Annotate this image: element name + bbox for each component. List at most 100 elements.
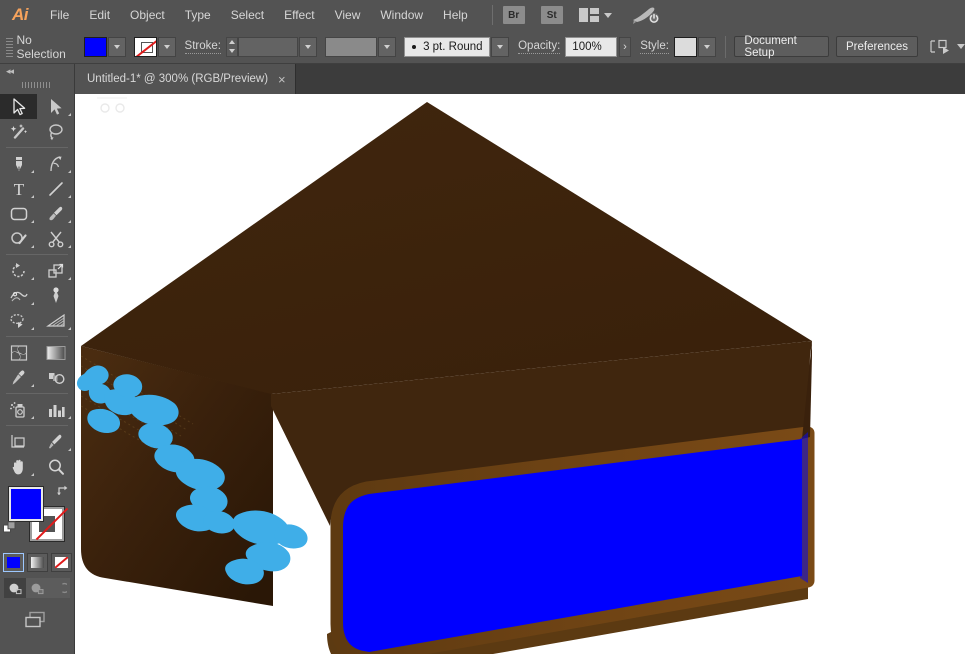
swap-fill-stroke-icon[interactable] xyxy=(56,484,70,498)
menu-object[interactable]: Object xyxy=(120,0,175,30)
curvature-tool[interactable] xyxy=(37,151,74,176)
tool-group-indicator xyxy=(68,220,71,223)
gradient-mode-button[interactable] xyxy=(26,553,48,572)
graphic-style-dropdown[interactable] xyxy=(697,36,716,57)
document-setup-button[interactable]: Document Setup xyxy=(734,35,829,59)
chevron-down-icon xyxy=(163,44,170,49)
chevron-down-icon xyxy=(957,44,965,49)
graphic-style-swatch[interactable] xyxy=(673,36,697,57)
tool-group-indicator xyxy=(31,220,34,223)
menu-effect[interactable]: Effect xyxy=(274,0,324,30)
gradient-tool[interactable] xyxy=(37,340,74,365)
paintbrush-tool[interactable] xyxy=(37,201,74,226)
tools-divider xyxy=(6,254,68,255)
close-icon[interactable]: × xyxy=(278,73,286,86)
stroke-weight-input[interactable] xyxy=(237,36,299,57)
fill-color-indicator[interactable] xyxy=(8,486,44,522)
tool-group-indicator xyxy=(68,113,71,116)
tools-divider xyxy=(6,425,68,426)
control-bar-divider xyxy=(724,35,726,58)
menu-view[interactable]: View xyxy=(325,0,371,30)
symbol-sprayer-tool[interactable] xyxy=(0,397,37,422)
stroke-weight-dropdown[interactable] xyxy=(299,36,317,57)
shaper-tool[interactable] xyxy=(0,226,37,251)
rotate-tool[interactable] xyxy=(0,258,37,283)
scissors-tool[interactable] xyxy=(37,226,74,251)
pen-tool[interactable] xyxy=(0,151,37,176)
illustrator-window: Ai File Edit Object Type Select Effect V… xyxy=(0,0,965,654)
stroke-color-dropdown[interactable] xyxy=(157,36,176,57)
column-graph-tool[interactable] xyxy=(37,397,74,422)
variable-width-profile[interactable] xyxy=(324,36,378,57)
menu-type[interactable]: Type xyxy=(175,0,221,30)
menu-edit[interactable]: Edit xyxy=(79,0,120,30)
drawing-mode-buttons xyxy=(0,578,74,598)
selection-tool[interactable] xyxy=(0,94,37,119)
opacity-input[interactable]: 100% xyxy=(565,36,617,57)
color-mode-button[interactable] xyxy=(2,553,24,572)
blend-tool[interactable] xyxy=(37,365,74,390)
screen-mode-icon xyxy=(25,611,45,628)
rocket-launch-icon[interactable] xyxy=(630,5,660,25)
change-screen-mode-button[interactable] xyxy=(0,610,74,630)
brush-definition-dropdown[interactable] xyxy=(491,36,510,57)
mesh-tool[interactable] xyxy=(0,340,37,365)
brush-definition[interactable]: 3 pt. Round xyxy=(404,36,491,57)
gradient-icon xyxy=(30,557,44,568)
shape-builder-tool[interactable] xyxy=(0,308,37,333)
menu-window[interactable]: Window xyxy=(370,0,433,30)
book-illustration[interactable] xyxy=(75,94,965,654)
free-transform-tool[interactable] xyxy=(37,283,74,308)
default-fill-stroke-icon[interactable] xyxy=(3,521,17,535)
eyedropper-tool[interactable] xyxy=(0,365,37,390)
type-tool[interactable]: T xyxy=(0,176,37,201)
none-mode-button[interactable] xyxy=(50,553,72,572)
tools-divider xyxy=(6,393,68,394)
line-segment-tool[interactable] xyxy=(37,176,74,201)
tools-panel: ◂◂ T xyxy=(0,64,75,654)
document-tab[interactable]: Untitled-1* @ 300% (RGB/Preview) × xyxy=(75,64,296,94)
arrange-documents-button[interactable] xyxy=(578,8,612,22)
draw-behind-button[interactable] xyxy=(26,578,48,598)
draw-inside-button[interactable] xyxy=(48,578,70,598)
style-label: Style: xyxy=(640,39,669,54)
stroke-weight-stepper[interactable] xyxy=(225,36,238,57)
align-to-selection-icon xyxy=(930,39,950,54)
double-chevron-left-icon[interactable]: ◂◂ xyxy=(6,66,14,77)
direct-selection-tool[interactable] xyxy=(37,94,74,119)
bridge-button[interactable]: Br xyxy=(502,6,525,24)
tool-group-indicator xyxy=(68,170,71,173)
chevron-down-icon xyxy=(305,44,312,49)
brush-definition-label: 3 pt. Round xyxy=(423,40,483,53)
menu-select[interactable]: Select xyxy=(221,0,274,30)
perspective-grid-tool[interactable] xyxy=(37,308,74,333)
tool-group-indicator xyxy=(31,170,34,173)
scale-tool[interactable] xyxy=(37,258,74,283)
lasso-tool[interactable] xyxy=(37,119,74,144)
stock-button[interactable]: St xyxy=(540,6,563,24)
tools-grid: T xyxy=(0,94,74,479)
menu-file[interactable]: File xyxy=(40,0,79,30)
variable-width-dropdown[interactable] xyxy=(378,36,397,57)
fill-color-swatch[interactable] xyxy=(84,36,108,57)
tools-panel-grip[interactable] xyxy=(0,79,74,91)
tools-panel-header: ◂◂ xyxy=(0,64,74,78)
opacity-more-options[interactable]: › xyxy=(618,36,632,57)
rectangle-tool[interactable] xyxy=(0,201,37,226)
width-tool[interactable] xyxy=(0,283,37,308)
magic-wand-tool[interactable] xyxy=(0,119,37,144)
align-to-button[interactable] xyxy=(930,39,965,55)
tool-group-indicator xyxy=(68,245,71,248)
tool-group-indicator xyxy=(68,195,71,198)
draw-normal-button[interactable] xyxy=(4,578,26,598)
zoom-tool[interactable] xyxy=(37,454,74,479)
preferences-button[interactable]: Preferences xyxy=(836,36,919,57)
slice-tool[interactable] xyxy=(37,429,74,454)
hand-tool[interactable] xyxy=(0,454,37,479)
stroke-color-swatch[interactable] xyxy=(133,36,157,57)
fill-color-dropdown[interactable] xyxy=(108,36,126,57)
artboard-tool[interactable] xyxy=(0,429,37,454)
control-bar-grip[interactable] xyxy=(3,35,14,58)
document-canvas[interactable] xyxy=(75,94,965,654)
menu-help[interactable]: Help xyxy=(433,0,478,30)
